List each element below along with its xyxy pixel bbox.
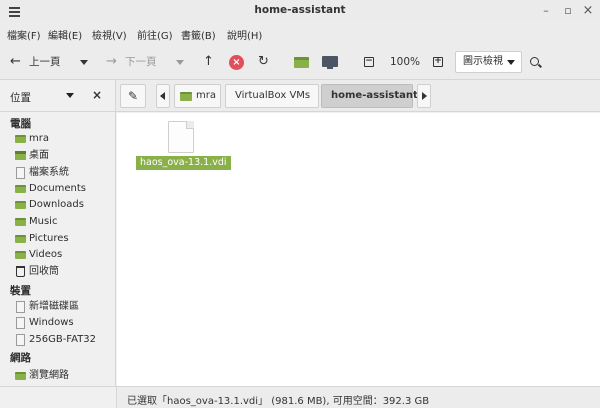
folder-icon (15, 135, 26, 143)
zoom-out-icon[interactable]: − (364, 57, 374, 67)
crumb-virtualbox-vms[interactable]: VirtualBox VMs (225, 84, 319, 108)
folder-icon (15, 185, 26, 193)
sidebar-item-label: 新增磁碟區 (29, 301, 79, 312)
desktop-icon (15, 151, 26, 160)
sidebar-close-icon[interactable]: × (92, 88, 102, 102)
path-bar: ✎ mra VirtualBox VMs home-assistant (116, 80, 600, 112)
sidebar-item-label: 回收筒 (29, 266, 59, 277)
forward-arrow-icon[interactable]: → (106, 52, 117, 72)
chevron-down-icon (507, 60, 515, 65)
sidebar-item-label: 256GB-FAT32 (29, 334, 97, 345)
close-icon[interactable]: × (580, 3, 596, 19)
sidebar-item-label: 檔案系統 (29, 167, 69, 178)
menu-edit[interactable]: 編輯(E) (48, 27, 82, 42)
stop-icon[interactable]: × (229, 55, 244, 70)
path-scroll-right-button[interactable] (417, 84, 431, 108)
view-mode-label: 圖示檢視 (463, 56, 503, 67)
pencil-icon: ✎ (127, 89, 139, 103)
menu-view[interactable]: 檢視(V) (92, 27, 127, 42)
path-scroll-left-button[interactable] (156, 84, 170, 108)
sidebar-item-label: mra (29, 133, 49, 144)
maximize-icon[interactable]: ▫ (560, 3, 576, 19)
chevron-right-icon (422, 92, 427, 100)
folder-icon (15, 235, 26, 243)
drive-icon (16, 317, 25, 329)
trash-icon (16, 266, 25, 277)
crumb-label: VirtualBox VMs (235, 90, 311, 101)
menu-bar: 檔案(F) 編輯(E) 檢視(V) 前往(G) 書籤(B) 說明(H) (0, 22, 600, 44)
file-view[interactable]: haos_ova-13.1.vdi (117, 113, 600, 386)
sidebar-item-label: Pictures (29, 233, 69, 244)
title-bar: home-assistant – ▫ × (0, 0, 600, 22)
search-icon[interactable] (530, 57, 539, 66)
view-mode-select[interactable]: 圖示檢視 (455, 51, 522, 73)
sidebar-section-devices: 裝置 (10, 285, 31, 297)
edit-path-button[interactable]: ✎ (120, 84, 146, 108)
window-title: home-assistant (254, 4, 346, 16)
forward-history-dropdown[interactable] (176, 52, 184, 72)
sidebar-section-network: 網路 (10, 352, 31, 364)
toolbar: ← 上一頁 → 下一頁 ↑ × ↻ − 100% + 圖示檢視 (0, 44, 600, 80)
crumb-mra[interactable]: mra (174, 84, 221, 108)
zoom-in-icon[interactable]: + (433, 57, 443, 67)
folder-icon (15, 251, 26, 259)
home-folder-icon[interactable] (294, 57, 309, 68)
sidebar-header: 位置 × (0, 80, 115, 112)
forward-button[interactable]: 下一頁 (125, 52, 157, 72)
crumb-home-assistant[interactable]: home-assistant (321, 84, 418, 108)
sidebar-item-label: Documents (29, 183, 87, 194)
status-text: 已選取「haos_ova-13.1.vdi」 (981.6 MB), 可用空間：… (127, 396, 430, 407)
menu-bookmarks[interactable]: 書籤(B) (181, 27, 216, 42)
zoom-level: 100% (390, 56, 421, 68)
file-name-label[interactable]: haos_ova-13.1.vdi (136, 156, 231, 170)
sidebar-item-label: Windows (29, 317, 74, 328)
sidebar-item-label: 瀏覽網路 (29, 370, 69, 381)
crumb-label: mra (196, 90, 216, 101)
home-folder-icon (180, 92, 192, 101)
drive-icon (16, 167, 25, 179)
back-button[interactable]: 上一頁 (29, 52, 61, 72)
sidebar-item-label: Downloads (29, 199, 84, 210)
menu-help[interactable]: 說明(H) (227, 27, 262, 42)
up-arrow-icon[interactable]: ↑ (203, 52, 214, 72)
sidebar-mode-label[interactable]: 位置 (10, 90, 31, 105)
drive-icon (16, 301, 25, 313)
back-arrow-icon[interactable]: ← (10, 52, 21, 72)
menu-file[interactable]: 檔案(F) (7, 27, 41, 42)
chevron-down-icon[interactable] (66, 93, 74, 98)
document-icon[interactable] (168, 121, 194, 153)
computer-icon[interactable] (322, 56, 338, 69)
folder-icon (15, 201, 26, 209)
status-bar: 已選取「haos_ova-13.1.vdi」 (981.6 MB), 可用空間：… (117, 386, 600, 408)
network-icon (15, 372, 26, 380)
sidebar-item-label: Music (29, 216, 58, 227)
chevron-left-icon (160, 92, 165, 100)
back-history-dropdown[interactable] (80, 52, 88, 72)
chevron-down-icon (176, 59, 184, 65)
sidebar-footer (0, 386, 117, 408)
reload-icon[interactable]: ↻ (258, 52, 269, 72)
sidebar: 位置 × 電腦 mra 桌面 檔案系統 Documents Downloads … (0, 80, 116, 386)
menu-go[interactable]: 前往(G) (137, 27, 173, 42)
crumb-label: home-assistant (331, 90, 418, 101)
sidebar-item-label: 桌面 (29, 150, 49, 161)
minimize-icon[interactable]: – (538, 3, 554, 19)
sidebar-section-computer: 電腦 (10, 118, 31, 130)
folder-icon (15, 218, 26, 226)
sidebar-item-label: Videos (29, 249, 63, 260)
chevron-down-icon (80, 59, 88, 65)
drive-icon (16, 334, 25, 346)
